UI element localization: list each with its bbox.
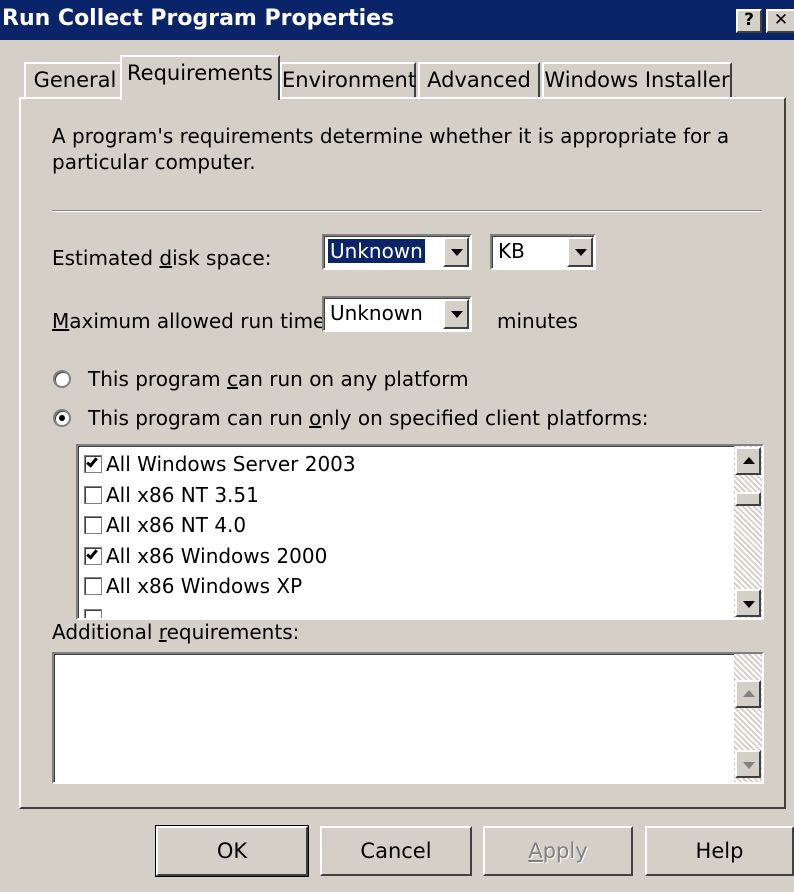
chevron-down-icon: [575, 249, 587, 256]
run-time-value: Unknown: [330, 301, 423, 325]
radio-specified-platforms-label[interactable]: This program can run only on specified c…: [88, 406, 648, 430]
scroll-up-button[interactable]: [735, 447, 761, 475]
chevron-down-icon: [743, 601, 755, 608]
additional-requirements-field[interactable]: [52, 652, 764, 784]
additional-scrollbar[interactable]: [734, 654, 762, 782]
run-time-dropdown-button[interactable]: [443, 299, 469, 329]
scroll-up-button[interactable]: [735, 680, 761, 708]
separator: [52, 210, 762, 212]
tab-requirements[interactable]: Requirements: [120, 55, 280, 100]
disk-space-value: Unknown: [327, 238, 426, 264]
platform-checkbox[interactable]: [84, 577, 102, 595]
chevron-up-icon: [743, 690, 755, 697]
run-time-label: Maximum allowed run time:: [52, 309, 333, 333]
chevron-down-icon: [743, 762, 755, 769]
check-icon: [86, 455, 98, 468]
scroll-thumb[interactable]: [735, 492, 761, 506]
platform-label: All x86 Windows XP: [106, 574, 303, 598]
description-text: A program's requirements determine wheth…: [52, 124, 730, 174]
radio-selected-dot: [59, 415, 65, 421]
platform-label: All x86 NT 3.51: [106, 483, 259, 507]
tab-environment[interactable]: Environment: [280, 62, 416, 98]
check-icon: [86, 547, 98, 560]
tab-advanced[interactable]: Advanced: [418, 62, 540, 98]
platform-checkbox[interactable]: [84, 486, 102, 504]
help-button[interactable]: ?: [736, 9, 762, 33]
chevron-up-icon: [743, 457, 755, 464]
tab-windows-installer[interactable]: Windows Installer: [542, 62, 732, 98]
properties-dialog: Run Collect Program Properties ? ✕ Gener…: [0, 0, 794, 892]
radio-any-platform-label[interactable]: This program can run on any platform: [88, 367, 469, 391]
ok-button[interactable]: OK: [155, 825, 309, 877]
help-dialog-button[interactable]: Help: [645, 826, 794, 876]
radio-specified-platforms[interactable]: [53, 409, 71, 427]
platform-checkbox[interactable]: [84, 609, 102, 618]
run-time-combo[interactable]: Unknown: [322, 296, 472, 332]
disk-space-dropdown-button[interactable]: [443, 237, 469, 267]
platform-list[interactable]: All Windows Server 2003 All x86 NT 3.51 …: [76, 444, 764, 620]
additional-requirements-label: Additional requirements:: [52, 620, 300, 644]
chevron-down-icon: [451, 311, 463, 318]
platform-label: All x86 NT 4.0: [106, 513, 247, 537]
title-bar[interactable]: Run Collect Program Properties ? ✕: [0, 0, 794, 40]
apply-button[interactable]: Apply: [483, 826, 633, 876]
platform-checkbox[interactable]: [84, 455, 102, 473]
disk-space-combo[interactable]: Unknown: [322, 234, 472, 270]
disk-unit-combo[interactable]: KB: [490, 234, 596, 270]
platform-checkbox[interactable]: [84, 547, 102, 565]
platform-checkbox[interactable]: [84, 516, 102, 534]
disk-space-label: Estimated disk space:: [52, 246, 272, 270]
tab-general[interactable]: General: [24, 62, 126, 98]
window-title: Run Collect Program Properties: [2, 6, 395, 31]
radio-any-platform[interactable]: [53, 370, 71, 388]
scroll-down-button[interactable]: [735, 589, 761, 617]
platform-label: All Windows Server 2003: [106, 452, 356, 476]
platform-list-scrollbar[interactable]: [734, 446, 762, 618]
close-button[interactable]: ✕: [766, 9, 794, 33]
minutes-label: minutes: [497, 309, 578, 333]
platform-label: All x86 Windows 2000: [106, 544, 328, 568]
disk-unit-dropdown-button[interactable]: [567, 237, 593, 267]
scroll-down-button[interactable]: [735, 750, 761, 778]
chevron-down-icon: [451, 249, 463, 256]
disk-unit-value: KB: [498, 239, 525, 263]
cancel-button[interactable]: Cancel: [320, 826, 472, 876]
